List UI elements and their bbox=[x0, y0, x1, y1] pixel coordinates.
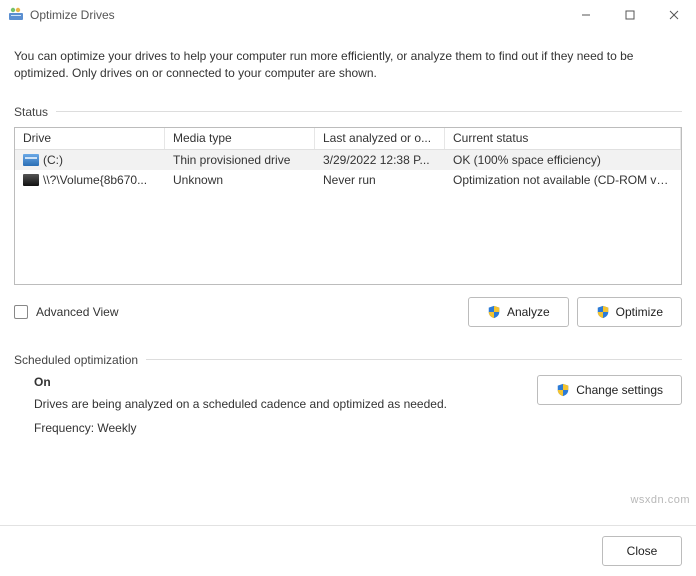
cell-status: OK (100% space efficiency) bbox=[445, 151, 681, 169]
drive-icon bbox=[23, 154, 39, 166]
status-group-label: Status bbox=[14, 105, 682, 119]
titlebar: Optimize Drives bbox=[0, 0, 696, 30]
cell-drive: (C:) bbox=[43, 153, 63, 167]
close-label: Close bbox=[627, 544, 658, 558]
footer: Close bbox=[0, 525, 696, 576]
advanced-view-checkbox[interactable] bbox=[14, 305, 28, 319]
cell-last: 3/29/2022 12:38 P... bbox=[315, 151, 445, 169]
schedule-group-label: Scheduled optimization bbox=[14, 353, 682, 367]
cell-status: Optimization not available (CD-ROM vol..… bbox=[445, 171, 681, 189]
analyze-label: Analyze bbox=[507, 305, 550, 319]
change-settings-label: Change settings bbox=[576, 383, 663, 397]
schedule-label-text: Scheduled optimization bbox=[14, 353, 138, 367]
schedule-desc: Drives are being analyzed on a scheduled… bbox=[34, 397, 529, 411]
minimize-button[interactable] bbox=[564, 0, 608, 30]
col-last[interactable]: Last analyzed or o... bbox=[315, 128, 445, 149]
cell-last: Never run bbox=[315, 171, 445, 189]
schedule-freq: Frequency: Weekly bbox=[34, 421, 529, 435]
intro-text: You can optimize your drives to help you… bbox=[14, 48, 682, 83]
close-button[interactable]: Close bbox=[602, 536, 682, 566]
shield-icon bbox=[556, 383, 570, 397]
maximize-button[interactable] bbox=[608, 0, 652, 30]
cell-media: Thin provisioned drive bbox=[165, 151, 315, 169]
shield-icon bbox=[596, 305, 610, 319]
col-media[interactable]: Media type bbox=[165, 128, 315, 149]
watermark: wsxdn.com bbox=[630, 494, 690, 506]
advanced-view-label: Advanced View bbox=[36, 305, 119, 319]
table-row[interactable]: \\?\Volume{8b670... Unknown Never run Op… bbox=[15, 170, 681, 190]
analyze-button[interactable]: Analyze bbox=[468, 297, 569, 327]
col-drive[interactable]: Drive bbox=[15, 128, 165, 149]
app-icon bbox=[8, 7, 24, 23]
change-settings-button[interactable]: Change settings bbox=[537, 375, 682, 405]
close-window-button[interactable] bbox=[652, 0, 696, 30]
col-status[interactable]: Current status bbox=[445, 128, 681, 149]
shield-icon bbox=[487, 305, 501, 319]
drives-list-header: Drive Media type Last analyzed or o... C… bbox=[15, 128, 681, 150]
status-label-text: Status bbox=[14, 105, 48, 119]
optimize-button[interactable]: Optimize bbox=[577, 297, 682, 327]
cell-drive: \\?\Volume{8b670... bbox=[43, 173, 147, 187]
optimize-label: Optimize bbox=[616, 305, 663, 319]
schedule-state: On bbox=[34, 375, 529, 389]
drive-icon bbox=[23, 174, 39, 186]
cell-media: Unknown bbox=[165, 171, 315, 189]
window-title: Optimize Drives bbox=[30, 8, 115, 22]
table-row[interactable]: (C:) Thin provisioned drive 3/29/2022 12… bbox=[15, 150, 681, 170]
drives-list[interactable]: Drive Media type Last analyzed or o... C… bbox=[14, 127, 682, 285]
